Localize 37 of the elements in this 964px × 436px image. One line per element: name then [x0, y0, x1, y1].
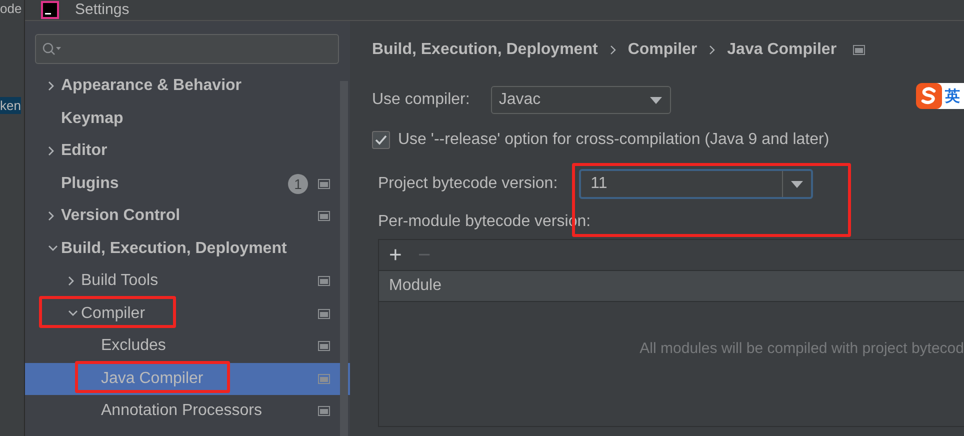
scrollbar[interactable] — [340, 81, 348, 436]
field-label: Project bytecode version: — [378, 175, 558, 193]
input-method-indicator[interactable]: 英 — [916, 83, 964, 109]
window-title: Settings — [75, 1, 130, 19]
bytecode-dropdown[interactable]: 11 — [578, 169, 813, 199]
tree-item[interactable]: Version Control — [25, 200, 350, 232]
tree-item[interactable]: Plugins 1 — [25, 168, 350, 200]
tree-item[interactable]: Editor — [25, 135, 350, 168]
project-scope-icon — [852, 45, 865, 55]
tree-item[interactable]: Compiler — [25, 298, 350, 330]
editor-text: ken — [0, 97, 21, 114]
search-field[interactable] — [35, 34, 339, 64]
count-badge: 1 — [288, 174, 308, 194]
tree-item[interactable]: Annotation Processors — [25, 395, 350, 428]
breadcrumb-item: Compiler — [628, 41, 698, 59]
tree-item[interactable]: Build Tools — [25, 265, 350, 298]
column-header[interactable]: Module — [389, 277, 442, 295]
chevron-right-icon — [709, 45, 716, 55]
checkbox-label: Use '--release' option for cross-compilation (Java 9 and later) — [398, 131, 830, 149]
app-logo-icon — [41, 1, 59, 19]
checkbox[interactable] — [372, 131, 390, 149]
editor-text: ode — [0, 0, 22, 17]
field-label: Use compiler: — [372, 91, 470, 109]
breadcrumb-item: Java Compiler — [727, 41, 837, 59]
add-button[interactable]: + — [385, 244, 406, 266]
breadcrumb-item: Build, Execution, Deployment — [372, 41, 598, 59]
tree-item[interactable]: Build, Execution, Deployment — [25, 232, 350, 265]
tree-item[interactable]: Appearance & Behavior — [25, 70, 350, 102]
empty-table-message: All modules will be compiled with project bytecod — [640, 340, 964, 359]
tree-item[interactable]: Excludes — [25, 330, 350, 362]
dropdown-arrow-icon — [790, 180, 803, 188]
dropdown-arrow-icon — [650, 96, 662, 104]
chevron-right-icon — [610, 45, 616, 55]
tree-item[interactable]: Keymap — [25, 102, 350, 135]
compiler-dropdown[interactable]: Javac — [490, 86, 671, 114]
s-logo-icon — [916, 83, 942, 109]
search-icon — [42, 42, 62, 56]
